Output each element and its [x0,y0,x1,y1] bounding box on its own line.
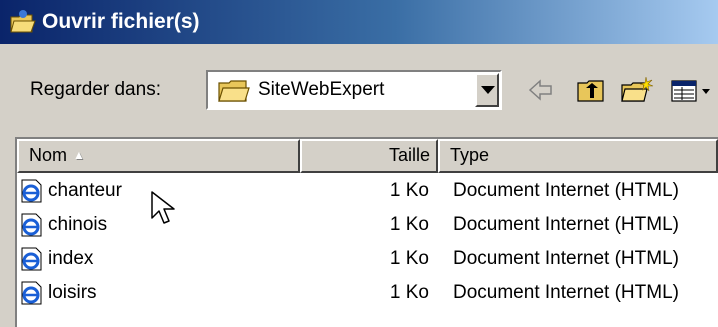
dropdown-button[interactable] [475,73,499,107]
look-in-value: SiteWebExpert [258,79,385,100]
file-list[interactable]: Nom ▲ Taille Type chanteur 1 Ko Document … [15,137,718,327]
ie-document-icon [21,281,42,305]
file-name: loisirs [48,282,97,303]
sort-ascending-icon: ▲ [73,148,85,162]
file-row[interactable]: chanteur 1 Ko Document Internet (HTML) [17,176,717,210]
open-folder-icon [10,10,36,33]
new-folder-icon[interactable] [620,76,654,104]
view-menu-icon[interactable] [670,76,716,104]
window-title: Ouvrir fichier(s) [42,10,200,33]
column-header-type[interactable]: Type [438,139,718,173]
file-size: 1 Ko [389,282,429,303]
file-type: Document Internet (HTML) [453,180,679,201]
file-name: index [48,248,94,269]
folder-icon [218,80,250,102]
file-size: 1 Ko [389,214,429,235]
file-size: 1 Ko [389,248,429,269]
file-row[interactable]: loisirs 1 Ko Document Internet (HTML) [17,278,717,312]
column-header-name[interactable]: Nom ▲ [17,139,300,173]
file-name: chinois [48,214,108,235]
column-header-size[interactable]: Taille [300,139,438,173]
file-row[interactable]: chinois 1 Ko Document Internet (HTML) [17,210,717,244]
back-arrow-icon[interactable] [528,76,554,104]
file-size: 1 Ko [389,180,429,201]
ie-document-icon [21,179,42,203]
file-name: chanteur [48,180,122,201]
chevron-down-icon [481,86,495,94]
file-type: Document Internet (HTML) [453,248,679,269]
title-bar: Ouvrir fichier(s) [0,0,718,44]
file-type: Document Internet (HTML) [453,214,679,235]
look-in-combobox[interactable]: SiteWebExpert [206,70,502,110]
mouse-pointer-icon [151,191,175,224]
ie-document-icon [21,247,42,271]
file-type: Document Internet (HTML) [453,282,679,303]
look-in-label: Regarder dans: [30,79,161,100]
column-header-name-label: Nom [29,145,68,165]
ie-document-icon [21,213,42,237]
up-folder-icon[interactable] [576,76,606,104]
file-row[interactable]: index 1 Ko Document Internet (HTML) [17,244,717,278]
